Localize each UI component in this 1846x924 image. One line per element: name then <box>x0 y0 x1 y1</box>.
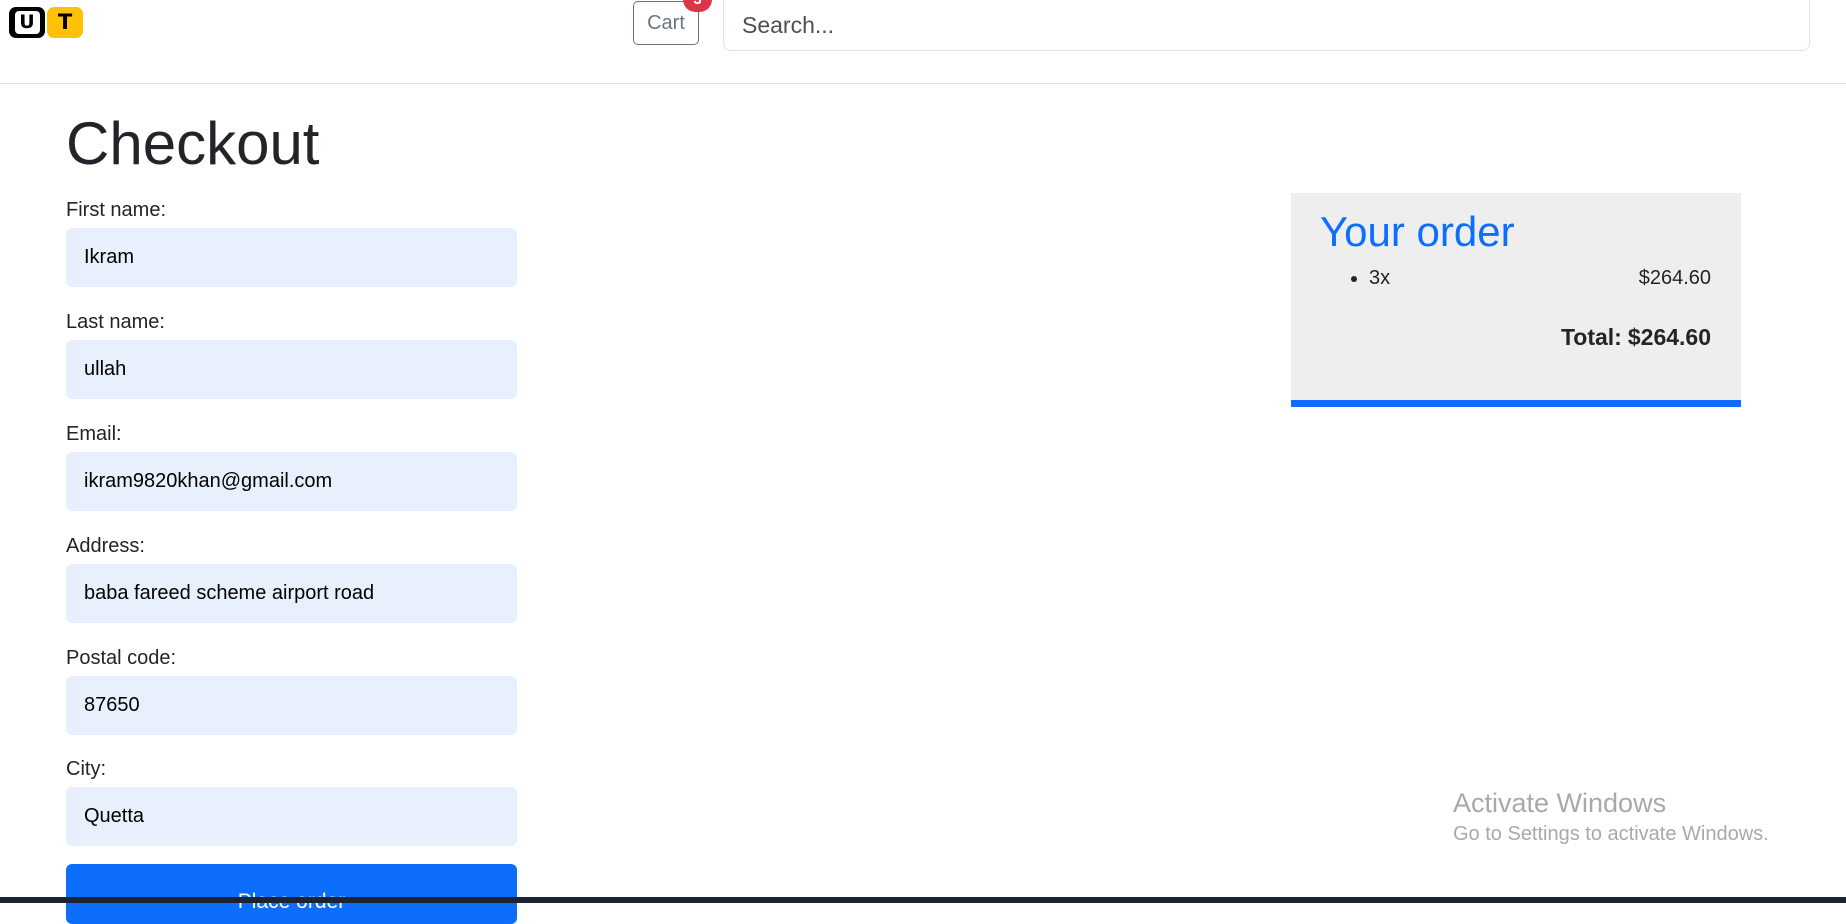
postal-code-label: Postal code: <box>66 647 177 669</box>
place-order-button[interactable]: Place order <box>66 864 517 924</box>
order-summary-card: Your order 3x $264.60 Total:$264.60 <box>1291 193 1741 407</box>
first-name-group: First name: <box>66 198 517 287</box>
email-field[interactable] <box>66 452 517 511</box>
watermark-subtitle: Go to Settings to activate Windows. <box>1453 823 1769 845</box>
order-total-value: $264.60 <box>1627 324 1711 350</box>
site-logo[interactable]: U T <box>9 7 83 38</box>
city-group: City: <box>66 757 517 846</box>
last-name-field[interactable] <box>66 340 517 399</box>
order-item-price: $264.60 <box>1638 267 1711 289</box>
address-field[interactable] <box>66 564 517 623</box>
taskbar-edge <box>0 897 1846 903</box>
logo-tile-u: U <box>9 7 45 38</box>
list-item: 3x $264.60 <box>1369 265 1711 291</box>
logo-letter-u: U <box>14 11 40 34</box>
top-navbar: U T Cart 3 <box>0 0 1846 84</box>
order-item-quantity: 3x <box>1369 267 1391 289</box>
first-name-label: First name: <box>66 199 167 221</box>
last-name-label: Last name: <box>66 311 165 333</box>
email-group: Email: <box>66 422 517 511</box>
address-group: Address: <box>66 534 517 623</box>
watermark-title: Activate Windows <box>1453 788 1667 818</box>
search-input[interactable] <box>723 0 1810 51</box>
first-name-field[interactable] <box>66 228 517 287</box>
postal-code-field[interactable] <box>66 676 517 735</box>
city-label: City: <box>66 758 106 780</box>
order-total-label: Total: <box>1560 324 1622 350</box>
order-total: Total: $264.60 <box>1561 324 1711 351</box>
order-items-list: 3x $264.60 <box>1369 265 1711 291</box>
logo-tile-t: T <box>47 7 83 38</box>
address-label: Address: <box>66 535 145 557</box>
city-field[interactable] <box>66 787 517 846</box>
email-label: Email: <box>66 423 122 445</box>
activate-windows-watermark: Activate Windows Go to Settings to activ… <box>1453 786 1769 848</box>
last-name-group: Last name: <box>66 310 517 399</box>
logo-letter-t: T <box>57 10 73 34</box>
order-summary-title: Your order <box>1320 208 1515 255</box>
postal-code-group: Postal code: <box>66 646 517 735</box>
page-title: Checkout <box>66 110 320 177</box>
